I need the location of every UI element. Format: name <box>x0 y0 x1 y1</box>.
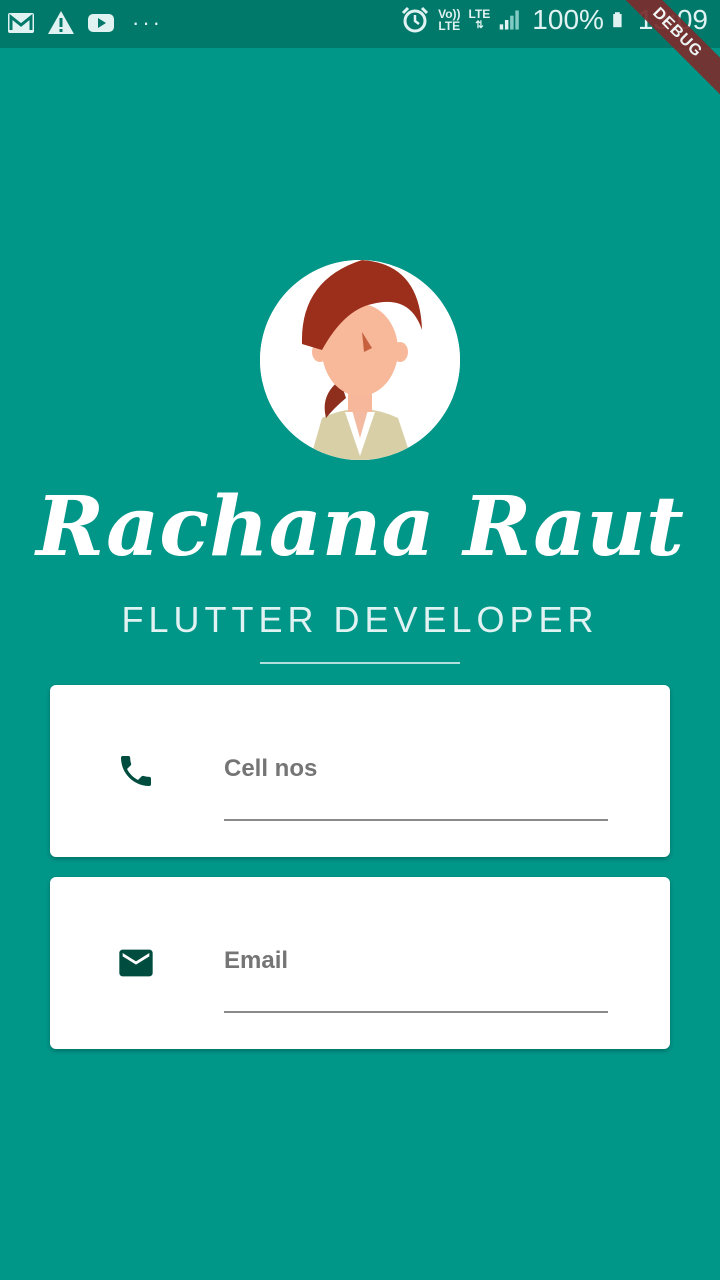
lte-label: LTE <box>468 7 491 21</box>
avatar-illustration <box>260 260 460 460</box>
signal-icon <box>500 10 520 30</box>
youtube-icon <box>88 14 114 32</box>
status-bar-left: ··· <box>6 8 163 38</box>
alarm-icon <box>402 6 429 33</box>
avatar <box>260 260 460 460</box>
battery-percentage: 100% <box>532 4 604 35</box>
phone-icon <box>121 756 151 786</box>
volte-indicator: Vo)) LTE <box>438 8 460 32</box>
email-card <box>50 877 670 1049</box>
gmail-icon <box>8 13 34 33</box>
battery-icon <box>613 12 622 28</box>
phone-field <box>224 749 608 821</box>
phone-input[interactable] <box>224 749 608 783</box>
mail-icon <box>119 949 153 977</box>
email-input[interactable] <box>224 941 608 975</box>
lte-indicator: LTE ⇅ <box>469 8 491 32</box>
status-bar: ··· Vo)) LTE LTE ⇅ 100% 13:09 <box>0 0 720 48</box>
volte-sub-label: LTE <box>438 19 461 33</box>
profile-title: FLUTTER DEVELOPER <box>121 599 599 640</box>
email-field <box>224 941 608 1013</box>
divider <box>260 662 460 664</box>
phone-card <box>50 685 670 857</box>
warning-icon <box>48 11 74 34</box>
profile-name: Rachana Raut <box>36 479 684 575</box>
more-notifications: ··· <box>132 10 163 35</box>
data-arrows-icon: ⇅ <box>475 20 484 31</box>
